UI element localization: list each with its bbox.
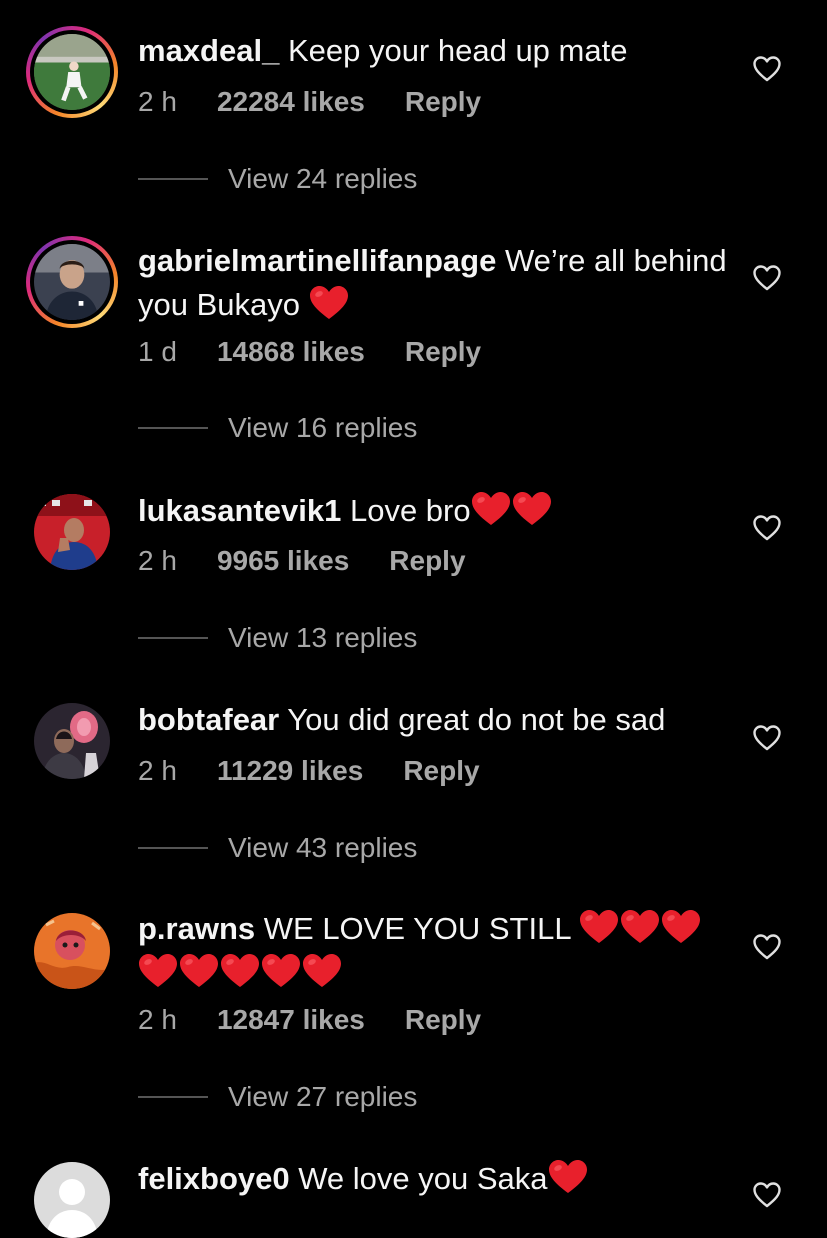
comment-text: bobtafear You did great do not be sad bbox=[138, 698, 728, 742]
avatar[interactable] bbox=[34, 913, 110, 989]
comment-meta: 1 d 14868 likes Reply bbox=[138, 334, 481, 370]
avatar-image bbox=[34, 1162, 110, 1238]
comment-text: maxdeal_ Keep your head up mate bbox=[138, 29, 728, 73]
view-replies-label: View 24 replies bbox=[228, 163, 418, 194]
avatar[interactable] bbox=[34, 1162, 110, 1238]
comment-meta: 2 h 9965 likes Reply bbox=[138, 543, 466, 579]
avatar-story-ring[interactable] bbox=[26, 236, 118, 328]
view-replies-button[interactable]: View 27 replies bbox=[138, 1077, 417, 1117]
comment-time: 1 d bbox=[138, 336, 177, 367]
heart-emoji-icon bbox=[579, 909, 619, 945]
comment-text: p.rawns WE LOVE YOU STILL bbox=[138, 907, 728, 995]
replies-divider-line bbox=[138, 427, 208, 429]
comment-likes[interactable]: 22284 likes bbox=[217, 84, 365, 120]
view-replies-button[interactable]: View 43 replies bbox=[138, 828, 417, 868]
heart-emoji-icon bbox=[512, 491, 552, 527]
comment-body: WE LOVE YOU STILL bbox=[255, 911, 580, 946]
view-replies-label: View 43 replies bbox=[228, 832, 418, 863]
comment-meta: 2 h 12847 likes Reply bbox=[138, 1002, 481, 1038]
comment-time: 2 h bbox=[138, 86, 177, 117]
view-replies-button[interactable]: View 24 replies bbox=[138, 159, 417, 199]
reply-button[interactable]: Reply bbox=[403, 753, 479, 789]
replies-divider-line bbox=[138, 637, 208, 639]
heart-emoji-icon bbox=[620, 909, 660, 945]
comment-likes[interactable]: 12847 likes bbox=[217, 1002, 365, 1038]
reply-button[interactable]: Reply bbox=[389, 543, 465, 579]
heart-emoji-icon bbox=[179, 953, 219, 989]
heart-emoji-icon bbox=[548, 1159, 588, 1195]
comment-time: 2 h bbox=[138, 755, 177, 786]
view-replies-label: View 16 replies bbox=[228, 412, 418, 443]
comment-username[interactable]: bobtafear bbox=[138, 702, 279, 737]
heart-emoji-icon bbox=[138, 953, 178, 989]
comment-time: 2 h bbox=[138, 1004, 177, 1035]
heart-outline-icon[interactable] bbox=[752, 723, 782, 753]
view-replies-button[interactable]: View 13 replies bbox=[138, 618, 417, 658]
heart-emoji-icon bbox=[261, 953, 301, 989]
heart-emoji-icon bbox=[661, 909, 701, 945]
comment-body: We love you Saka bbox=[289, 1161, 548, 1196]
avatar-image bbox=[34, 913, 110, 989]
view-replies-button[interactable]: View 16 replies bbox=[138, 408, 417, 448]
comment-body: Love bro bbox=[341, 493, 471, 528]
avatar-image bbox=[34, 703, 110, 779]
reply-button[interactable]: Reply bbox=[405, 334, 481, 370]
comment-body: Keep your head up mate bbox=[279, 33, 628, 68]
avatar[interactable] bbox=[34, 703, 110, 779]
comment-username[interactable]: maxdeal_ bbox=[138, 33, 279, 68]
avatar-image bbox=[34, 34, 110, 110]
replies-divider-line bbox=[138, 178, 208, 180]
heart-outline-icon[interactable] bbox=[752, 932, 782, 962]
comment-body: You did great do not be sad bbox=[279, 702, 666, 737]
comment-text: felixboye0 We love you Saka bbox=[138, 1157, 728, 1201]
reply-button[interactable]: Reply bbox=[405, 1002, 481, 1038]
heart-emoji-icon bbox=[220, 953, 260, 989]
comment-likes[interactable]: 11229 likes bbox=[217, 753, 363, 789]
heart-emoji-icon bbox=[471, 491, 511, 527]
heart-outline-icon[interactable] bbox=[752, 54, 782, 84]
comment-likes[interactable]: 9965 likes bbox=[217, 543, 349, 579]
comment-text: lukasantevik1 Love bro bbox=[138, 489, 728, 533]
heart-outline-icon[interactable] bbox=[752, 1180, 782, 1210]
heart-outline-icon[interactable] bbox=[752, 263, 782, 293]
comment-meta: 2 h 11229 likes Reply bbox=[138, 753, 480, 789]
avatar bbox=[34, 244, 110, 320]
avatar[interactable] bbox=[34, 494, 110, 570]
view-replies-label: View 27 replies bbox=[228, 1081, 418, 1112]
heart-outline-icon[interactable] bbox=[752, 513, 782, 543]
replies-divider-line bbox=[138, 847, 208, 849]
comment-meta: 2 h 22284 likes Reply bbox=[138, 84, 481, 120]
comment-username[interactable]: felixboye0 bbox=[138, 1161, 290, 1196]
comment-likes[interactable]: 14868 likes bbox=[217, 334, 365, 370]
avatar-story-ring[interactable] bbox=[26, 26, 118, 118]
heart-emoji-icon bbox=[309, 285, 349, 321]
comment-text: gabrielmartinellifanpage We’re all behin… bbox=[138, 239, 728, 327]
comment-username[interactable]: p.rawns bbox=[138, 911, 255, 946]
heart-emoji-icon bbox=[302, 953, 342, 989]
reply-button[interactable]: Reply bbox=[405, 84, 481, 120]
comment-username[interactable]: lukasantevik1 bbox=[138, 493, 341, 528]
comment-time: 2 h bbox=[138, 545, 177, 576]
avatar bbox=[34, 34, 110, 110]
view-replies-label: View 13 replies bbox=[228, 622, 418, 653]
avatar-image bbox=[34, 244, 110, 320]
avatar-image bbox=[34, 494, 110, 570]
replies-divider-line bbox=[138, 1096, 208, 1098]
comment-username[interactable]: gabrielmartinellifanpage bbox=[138, 243, 496, 278]
